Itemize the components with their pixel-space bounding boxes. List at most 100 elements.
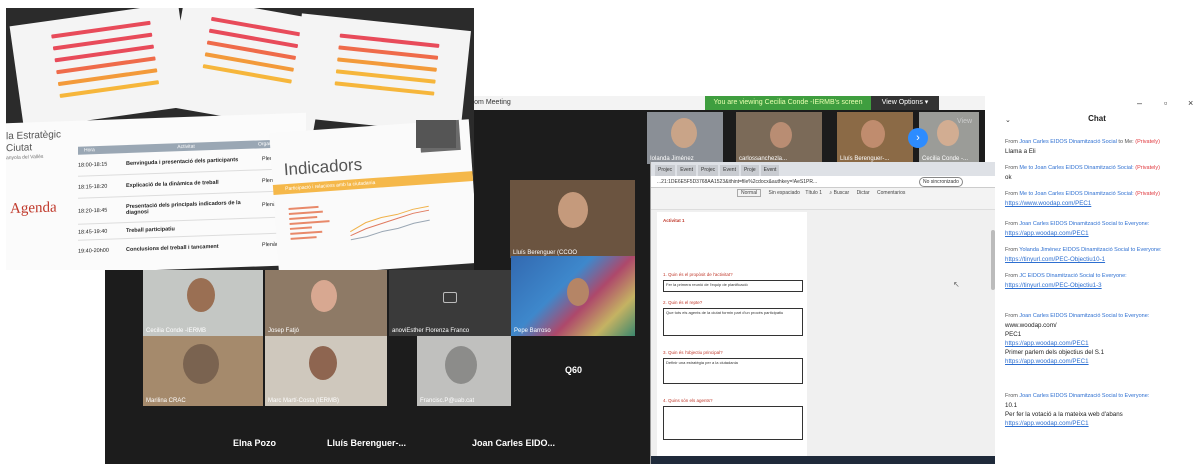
question-1: 1. Quin és el propòsit de l'activitat? — [663, 272, 733, 277]
answer-box-2[interactable]: Que tots els agents de la ciutat formin … — [663, 308, 803, 336]
slide-bar — [337, 57, 437, 72]
slide-bar — [339, 33, 440, 48]
question-4: 4. Quins són els agents? — [663, 398, 713, 403]
browser-tab[interactable]: Projec — [655, 165, 676, 176]
recipient-label: to Joan Carles EIDOS Dinamització Social… — [1028, 165, 1134, 171]
agenda-table: Hora Activitat Organització 18:00-18:15 … — [78, 139, 298, 263]
row-activity: Treball participatiu — [126, 225, 175, 234]
next-page-icon[interactable]: › — [908, 128, 928, 148]
message-link[interactable]: https://www.woodap.com/PEC1 — [1005, 199, 1195, 208]
video-tile[interactable]: Iolanda Jiménez — [647, 112, 723, 164]
chat-panel: – ▫ × ⌄ Chat From Joan Carles EIDOS Dina… — [997, 96, 1197, 464]
message-text: Llama a Eli — [1005, 148, 1036, 155]
line-series — [350, 205, 429, 233]
indicadors-title: Indicadors — [283, 154, 363, 180]
thumbnail-strip: Iolanda Jiménez carlossanchezla... Lluís… — [460, 110, 985, 166]
word-ribbon: Normal Sin espaciado Título 1 ⌕ Buscar D… — [651, 188, 995, 210]
from-label: From — [1005, 221, 1018, 227]
message-link[interactable]: https://app.woodap.com/PEC1 — [1005, 357, 1195, 366]
recipient-label: to Everyone: — [1118, 313, 1150, 319]
answer-box-3[interactable]: Definir una estratègia per a la ciutadan… — [663, 358, 803, 384]
view-options-button[interactable]: View Options ▾ — [871, 96, 939, 110]
recipient-label: to Everyone: — [1118, 221, 1150, 227]
from-label: From — [1005, 191, 1018, 197]
video-tile[interactable]: Josep Fatjó — [265, 270, 387, 336]
video-tile[interactable]: Lluís Berenguer-... — [837, 112, 913, 164]
video-tile[interactable]: Pepe Barroso — [511, 256, 635, 336]
video-tile[interactable]: anoviEsther Florenza Franco — [389, 270, 511, 336]
recipient-label: to Me: — [1118, 139, 1134, 145]
message-text: 10.1 — [1005, 402, 1018, 409]
message-link[interactable]: https://tinyurl.com/PEC-Objectiu10-1 — [1005, 255, 1195, 264]
address-bar[interactable]: ...21:1DE6E5F5D3768AA1523&ithint=file%2c… — [651, 176, 995, 188]
sync-status-button[interactable]: No sincronizado — [919, 177, 963, 187]
chat-message: From Joan Carles EIDOS Dinamització Soci… — [1005, 220, 1195, 238]
browser-tab[interactable]: Projec — [697, 165, 719, 176]
view-options-label: View Options — [881, 99, 923, 106]
chat-message: From Joan Carles EIDOS Dinamització Soci… — [1005, 312, 1195, 366]
row-activity: Benvinguda i presentació dels participan… — [126, 156, 239, 167]
message-header: From Joan Carles EIDOS Dinamització Soci… — [1005, 138, 1195, 147]
recipient-label: to Everyone: — [1095, 273, 1127, 279]
video-tile[interactable]: Marilina CRAC — [143, 336, 263, 406]
answer-box-4[interactable] — [663, 406, 803, 440]
viewing-screen-banner: You are viewing Cecilia Conde -IERMB's s… — [705, 96, 871, 110]
recipient-label: to Joan Carles EIDOS Dinamització Social… — [1028, 191, 1134, 197]
shared-browser-window: Projec Event Projec Event Proje Event ..… — [650, 162, 995, 464]
participant-face — [183, 344, 219, 384]
browser-tab[interactable]: Event — [677, 165, 696, 176]
scrollbar[interactable] — [991, 230, 995, 290]
answer-box-1[interactable]: Fer la primera reunió de l'equip de plan… — [663, 280, 803, 292]
slide-bar — [334, 81, 435, 96]
style-normal[interactable]: Normal — [737, 189, 762, 197]
participant-face — [861, 120, 885, 148]
message-header: From Yolanda Jiménez EIDOS Dinamització … — [1005, 246, 1195, 255]
view-button[interactable]: View — [957, 118, 987, 130]
from-label: From — [1005, 165, 1018, 171]
row-activity: Presentació dels principals indicadors d… — [126, 199, 241, 216]
close-icon[interactable]: × — [1188, 98, 1193, 108]
maximize-icon[interactable]: ▫ — [1164, 98, 1167, 108]
dictate-button[interactable]: Dictar — [857, 190, 870, 196]
video-tile[interactable]: Lluís Berenguer (CCOO — [510, 180, 635, 258]
minimize-icon[interactable]: – — [1137, 98, 1142, 108]
browser-tab[interactable]: Proje — [740, 165, 759, 176]
slide-header-text: anyola del Vallès — [6, 153, 44, 162]
style-no-spacing[interactable]: Sin espaciado — [769, 190, 800, 196]
participant-name: Pepe Barroso — [514, 328, 551, 334]
document-page[interactable]: Activitat 1 1. Quin és el propòsit de l'… — [657, 212, 807, 456]
video-tile[interactable]: carlossanchezla... — [736, 112, 822, 164]
browser-tab[interactable]: Event — [720, 165, 739, 176]
message-text: Primer parlem dels objectius del S.1 — [1005, 349, 1105, 356]
from-label: From — [1005, 393, 1018, 399]
video-tile[interactable]: Cecilia Conde -IERMB — [143, 270, 263, 336]
private-tag: (Privately) — [1135, 191, 1160, 197]
slide-bar — [338, 45, 439, 60]
indicadors-charts — [288, 205, 430, 241]
search-label[interactable]: Buscar — [834, 190, 850, 196]
camera-off-icon — [443, 292, 457, 303]
video-tile[interactable]: Marc Martí-Costa (IERMB) — [265, 336, 387, 406]
video-tile[interactable]: Francisc.P@uab.cat — [417, 336, 511, 406]
participant-name: Lluís Berenguer-... — [327, 438, 407, 448]
question-3: 3. Quin és l'objectiu principal? — [663, 350, 723, 355]
comments-button[interactable]: Comentarios — [877, 190, 905, 196]
column-header: Hora — [84, 147, 95, 154]
style-title[interactable]: Título 1 — [805, 190, 822, 196]
message-link[interactable]: https://app.woodap.com/PEC1 — [1005, 339, 1195, 348]
message-link[interactable]: https://app.woodap.com/PEC1 — [1005, 419, 1195, 428]
search-icon[interactable]: ⌕ — [829, 190, 832, 196]
sender-name: Joan Carles EIDOS Dinamització Social — [1019, 393, 1117, 399]
message-text: ok — [1005, 174, 1012, 181]
message-header: From Joan Carles EIDOS Dinamització Soci… — [1005, 392, 1195, 401]
message-link[interactable]: https://app.woodap.com/PEC1 — [1005, 229, 1195, 238]
chat-message: From Yolanda Jiménez EIDOS Dinamització … — [1005, 246, 1195, 264]
browser-tab[interactable]: Event — [760, 165, 780, 176]
message-header: From Me to Joan Carles EIDOS Dinamitzaci… — [1005, 164, 1195, 173]
message-header: From Joan Carles EIDOS Dinamització Soci… — [1005, 220, 1195, 229]
sender-name: Joan Carles EIDOS Dinamització Social — [1019, 221, 1117, 227]
participant-face — [187, 278, 215, 312]
chat-message: From Joan Carles EIDOS Dinamització Soci… — [1005, 392, 1195, 428]
message-link[interactable]: https://tinyurl.com/PEC-Objectiu1-3 — [1005, 281, 1195, 290]
message-header: From JC EIDOS Dinamització Social to Eve… — [1005, 272, 1195, 281]
